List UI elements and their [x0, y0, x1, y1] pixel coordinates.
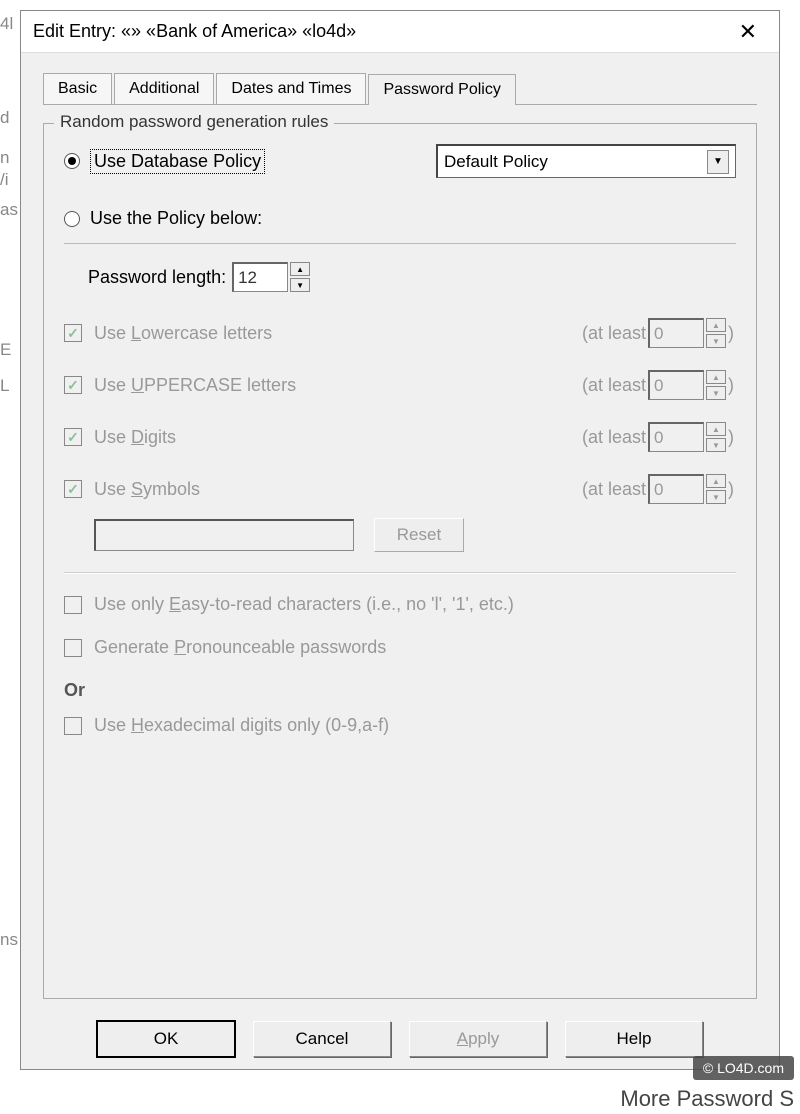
- radio-use-policy-below-label[interactable]: Use the Policy below:: [90, 208, 262, 229]
- symbols-atleast: (at least ▲▼ ): [580, 474, 736, 504]
- lowercase-atleast: (at least ▲▼ ): [580, 318, 736, 348]
- lowercase-atleast-spinner[interactable]: ▲▼: [648, 318, 726, 348]
- tab-bar: Basic Additional Dates and Times Passwor…: [43, 71, 757, 105]
- spinner-down-icon[interactable]: ▼: [706, 438, 726, 452]
- reset-button[interactable]: Reset: [374, 518, 464, 552]
- dialog-buttons: OK Cancel Apply Help: [21, 1009, 779, 1069]
- checkbox-digits[interactable]: [64, 428, 82, 446]
- titlebar: Edit Entry: «» «Bank of America» «lo4d» …: [21, 11, 779, 53]
- tab-additional[interactable]: Additional: [114, 73, 214, 104]
- separator: [64, 572, 736, 574]
- checkbox-lowercase[interactable]: [64, 324, 82, 342]
- checkbox-symbols-label: Use Symbols: [94, 479, 200, 500]
- separator: [64, 243, 736, 244]
- checkbox-pronounceable[interactable]: [64, 639, 82, 657]
- checkbox-easy-read[interactable]: [64, 596, 82, 614]
- radio-use-database-policy-label[interactable]: Use Database Policy: [90, 149, 265, 174]
- spinner-down-icon[interactable]: ▼: [706, 334, 726, 348]
- tab-dates-times[interactable]: Dates and Times: [216, 73, 366, 104]
- checkbox-pronounceable-label: Generate Pronounceable passwords: [94, 637, 386, 658]
- spinner-up-icon[interactable]: ▲: [290, 262, 310, 276]
- password-rules-group: Random password generation rules Use Dat…: [43, 123, 757, 999]
- spinner-up-icon[interactable]: ▲: [706, 474, 726, 488]
- checkbox-uppercase-label: Use UPPERCASE letters: [94, 375, 296, 396]
- digits-atleast-spinner[interactable]: ▲▼: [648, 422, 726, 452]
- chevron-down-icon[interactable]: ▼: [707, 150, 729, 174]
- ok-button[interactable]: OK: [97, 1021, 235, 1057]
- symbols-atleast-spinner[interactable]: ▲▼: [648, 474, 726, 504]
- policy-combo-value: Default Policy: [444, 152, 548, 172]
- watermark: © LO4D.com: [693, 1056, 794, 1080]
- uppercase-atleast: (at least ▲▼ ): [580, 370, 736, 400]
- tab-password-policy[interactable]: Password Policy: [368, 74, 515, 105]
- spinner-down-icon[interactable]: ▼: [290, 278, 310, 292]
- checkbox-lowercase-label: Use Lowercase letters: [94, 323, 272, 344]
- edit-entry-dialog: Edit Entry: «» «Bank of America» «lo4d» …: [20, 10, 780, 1070]
- checkbox-digits-label: Use Digits: [94, 427, 176, 448]
- policy-combo[interactable]: Default Policy ▼: [436, 144, 736, 178]
- uppercase-atleast-spinner[interactable]: ▲▼: [648, 370, 726, 400]
- tab-basic[interactable]: Basic: [43, 73, 112, 104]
- spinner-down-icon[interactable]: ▼: [706, 386, 726, 400]
- spinner-up-icon[interactable]: ▲: [706, 318, 726, 332]
- checkbox-symbols[interactable]: [64, 480, 82, 498]
- checkbox-easy-read-label: Use only Easy-to-read characters (i.e., …: [94, 594, 514, 615]
- checkbox-uppercase[interactable]: [64, 376, 82, 394]
- window-title: Edit Entry: «» «Bank of America» «lo4d»: [33, 21, 356, 42]
- password-length-label: Password length:: [88, 267, 226, 288]
- or-label: Or: [64, 680, 736, 701]
- checkbox-hexadecimal[interactable]: [64, 717, 82, 735]
- radio-use-policy-below[interactable]: [64, 211, 80, 227]
- spinner-down-icon[interactable]: ▼: [706, 490, 726, 504]
- radio-use-database-policy[interactable]: [64, 153, 80, 169]
- password-length-spinner[interactable]: ▲ ▼: [232, 262, 310, 292]
- close-icon[interactable]: ✕: [729, 15, 767, 49]
- spinner-up-icon[interactable]: ▲: [706, 422, 726, 436]
- cancel-button[interactable]: Cancel: [253, 1021, 391, 1057]
- checkbox-hexadecimal-label: Use Hexadecimal digits only (0-9,a-f): [94, 715, 389, 736]
- cutoff-text: More Password S: [620, 1086, 794, 1112]
- password-length-input[interactable]: [232, 262, 288, 292]
- digits-atleast: (at least ▲▼ ): [580, 422, 736, 452]
- symbols-input[interactable]: [94, 519, 354, 551]
- group-legend: Random password generation rules: [54, 112, 334, 132]
- spinner-up-icon[interactable]: ▲: [706, 370, 726, 384]
- help-button[interactable]: Help: [565, 1021, 703, 1057]
- apply-button[interactable]: Apply: [409, 1021, 547, 1057]
